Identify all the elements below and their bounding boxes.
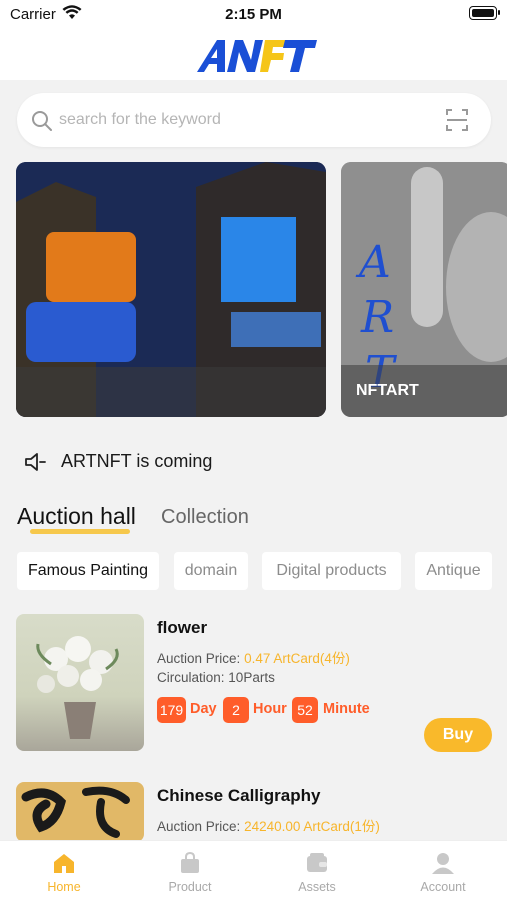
countdown-hours-unit: Hour bbox=[253, 701, 287, 717]
tab-account-label: Account bbox=[420, 880, 466, 894]
banner-caption: NFTART bbox=[341, 365, 507, 417]
countdown-days-unit: Day bbox=[190, 701, 217, 717]
category-antique[interactable]: Antique bbox=[415, 552, 492, 590]
app-logo bbox=[197, 40, 317, 72]
banner-nftart[interactable]: A R T NFTART bbox=[341, 162, 507, 417]
search-input[interactable]: search for the keyword bbox=[59, 111, 221, 129]
auction-item[interactable]: flower Auction Price: 0.47 ArtCard(4份) C… bbox=[0, 614, 507, 754]
status-bar: Carrier 2:15 PM bbox=[0, 0, 507, 30]
countdown-minutes-unit: Minute bbox=[323, 701, 370, 717]
tab-collection[interactable]: Collection bbox=[161, 506, 249, 529]
buy-button[interactable]: Buy bbox=[424, 718, 492, 752]
countdown-hours: 2 bbox=[223, 697, 249, 723]
auction-price-value: 0.47 ArtCard(4份) bbox=[244, 651, 350, 666]
tab-product-label: Product bbox=[168, 880, 212, 894]
search-icon bbox=[32, 111, 52, 131]
tab-assets-label: Assets bbox=[298, 880, 336, 894]
item-title: Chinese Calligraphy bbox=[157, 786, 321, 805]
auction-price: Auction Price: 0.47 ArtCard(4份) bbox=[157, 647, 350, 667]
person-icon bbox=[432, 853, 454, 874]
wallet-icon bbox=[307, 853, 327, 872]
tab-home[interactable]: Home bbox=[1, 841, 127, 900]
item-thumbnail bbox=[16, 782, 144, 840]
banner-caption-text: NFTART bbox=[356, 382, 419, 399]
auction-price-label: Auction Price: bbox=[157, 819, 241, 834]
battery-icon bbox=[469, 6, 500, 20]
category-digital-products[interactable]: Digital products bbox=[262, 552, 401, 590]
countdown-minutes: 52 bbox=[292, 697, 318, 723]
notice-text: ARTNFT is coming bbox=[61, 451, 213, 471]
circulation-value: 10Parts bbox=[228, 670, 275, 685]
circulation-label: Circulation: bbox=[157, 670, 225, 685]
circulation: Circulation: 10Parts bbox=[157, 670, 275, 685]
auction-item[interactable]: Chinese Calligraphy Auction Price: 24240… bbox=[0, 782, 507, 840]
countdown-days: 179 bbox=[157, 697, 186, 723]
speaker-icon bbox=[25, 453, 46, 471]
tab-account[interactable]: Account bbox=[380, 841, 506, 900]
tab-product[interactable]: Product bbox=[127, 841, 253, 900]
svg-text:R: R bbox=[360, 292, 394, 343]
home-icon bbox=[54, 854, 74, 873]
clock: 2:15 PM bbox=[225, 6, 282, 23]
category-domain[interactable]: domain bbox=[174, 552, 248, 590]
tab-auction-hall[interactable]: Auction hall bbox=[17, 503, 136, 530]
item-title: flower bbox=[157, 618, 208, 637]
bag-icon bbox=[181, 851, 199, 873]
tab-home-label: Home bbox=[47, 880, 81, 894]
auction-price-label: Auction Price: bbox=[157, 651, 241, 666]
search-bar[interactable]: search for the keyword bbox=[17, 93, 491, 147]
scan-icon[interactable] bbox=[445, 108, 469, 132]
auction-price-value: 24240.00 ArtCard(1份) bbox=[244, 819, 380, 834]
auction-price: Auction Price: 24240.00 ArtCard(1份) bbox=[157, 815, 380, 835]
svg-text:A: A bbox=[355, 237, 391, 288]
app-header bbox=[0, 30, 507, 80]
category-famous-painting[interactable]: Famous Painting bbox=[17, 552, 159, 590]
banner-image bbox=[16, 162, 326, 417]
item-thumbnail bbox=[16, 614, 144, 751]
bottom-tab-bar: Home Product Assets Account bbox=[0, 840, 507, 900]
tab-assets[interactable]: Assets bbox=[254, 841, 380, 900]
banner-times-square[interactable] bbox=[16, 162, 326, 417]
main-tabs: Auction hall Collection bbox=[17, 503, 417, 539]
